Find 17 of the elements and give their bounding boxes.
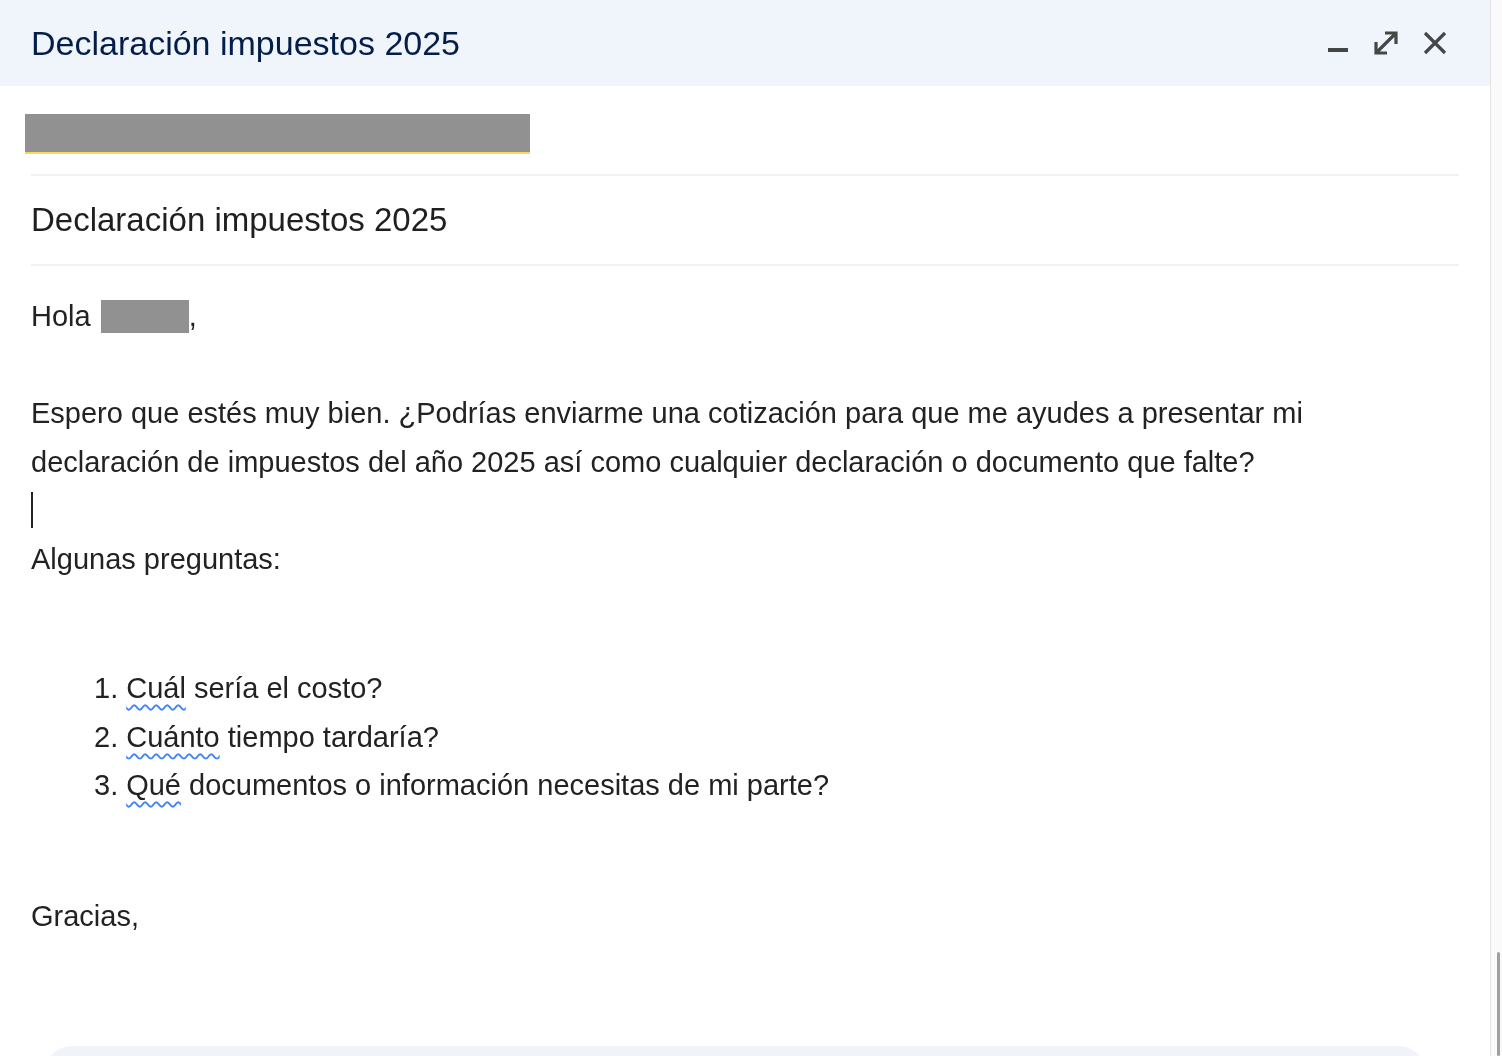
- scrollbar-thumb[interactable]: [1497, 952, 1500, 1056]
- list-number: 3.: [94, 768, 119, 803]
- close-icon[interactable]: [1422, 30, 1448, 56]
- list-item-text: Cuál sería el costo?: [126, 671, 383, 706]
- greeting-text: Hola: [31, 299, 91, 334]
- list-number: 2.: [94, 719, 119, 755]
- expand-icon[interactable]: [1372, 29, 1400, 57]
- body-paragraph: Espero que estés muy bien. ¿Podrías enviarme una cotización para que me ayudes a presentar mi declaración de impuestos del año 2025 así como cualquier declaración o documento que falte?: [31, 396, 1304, 480]
- questions-intro: Algunas preguntas:: [31, 541, 282, 577]
- comma-text: ,: [188, 299, 197, 334]
- window-title: Declaración impuestos 2025: [31, 22, 462, 64]
- subject-field[interactable]: Declaración impuestos 2025: [31, 176, 1459, 266]
- list-item-text: Cuánto tiempo tardaría?: [126, 719, 439, 755]
- text-cursor: [31, 492, 33, 529]
- list-number: 1.: [94, 671, 119, 706]
- closing-text: Gracias,: [31, 898, 140, 934]
- list-item-text: Qué documentos o información necesitas de mi parte?: [126, 768, 830, 803]
